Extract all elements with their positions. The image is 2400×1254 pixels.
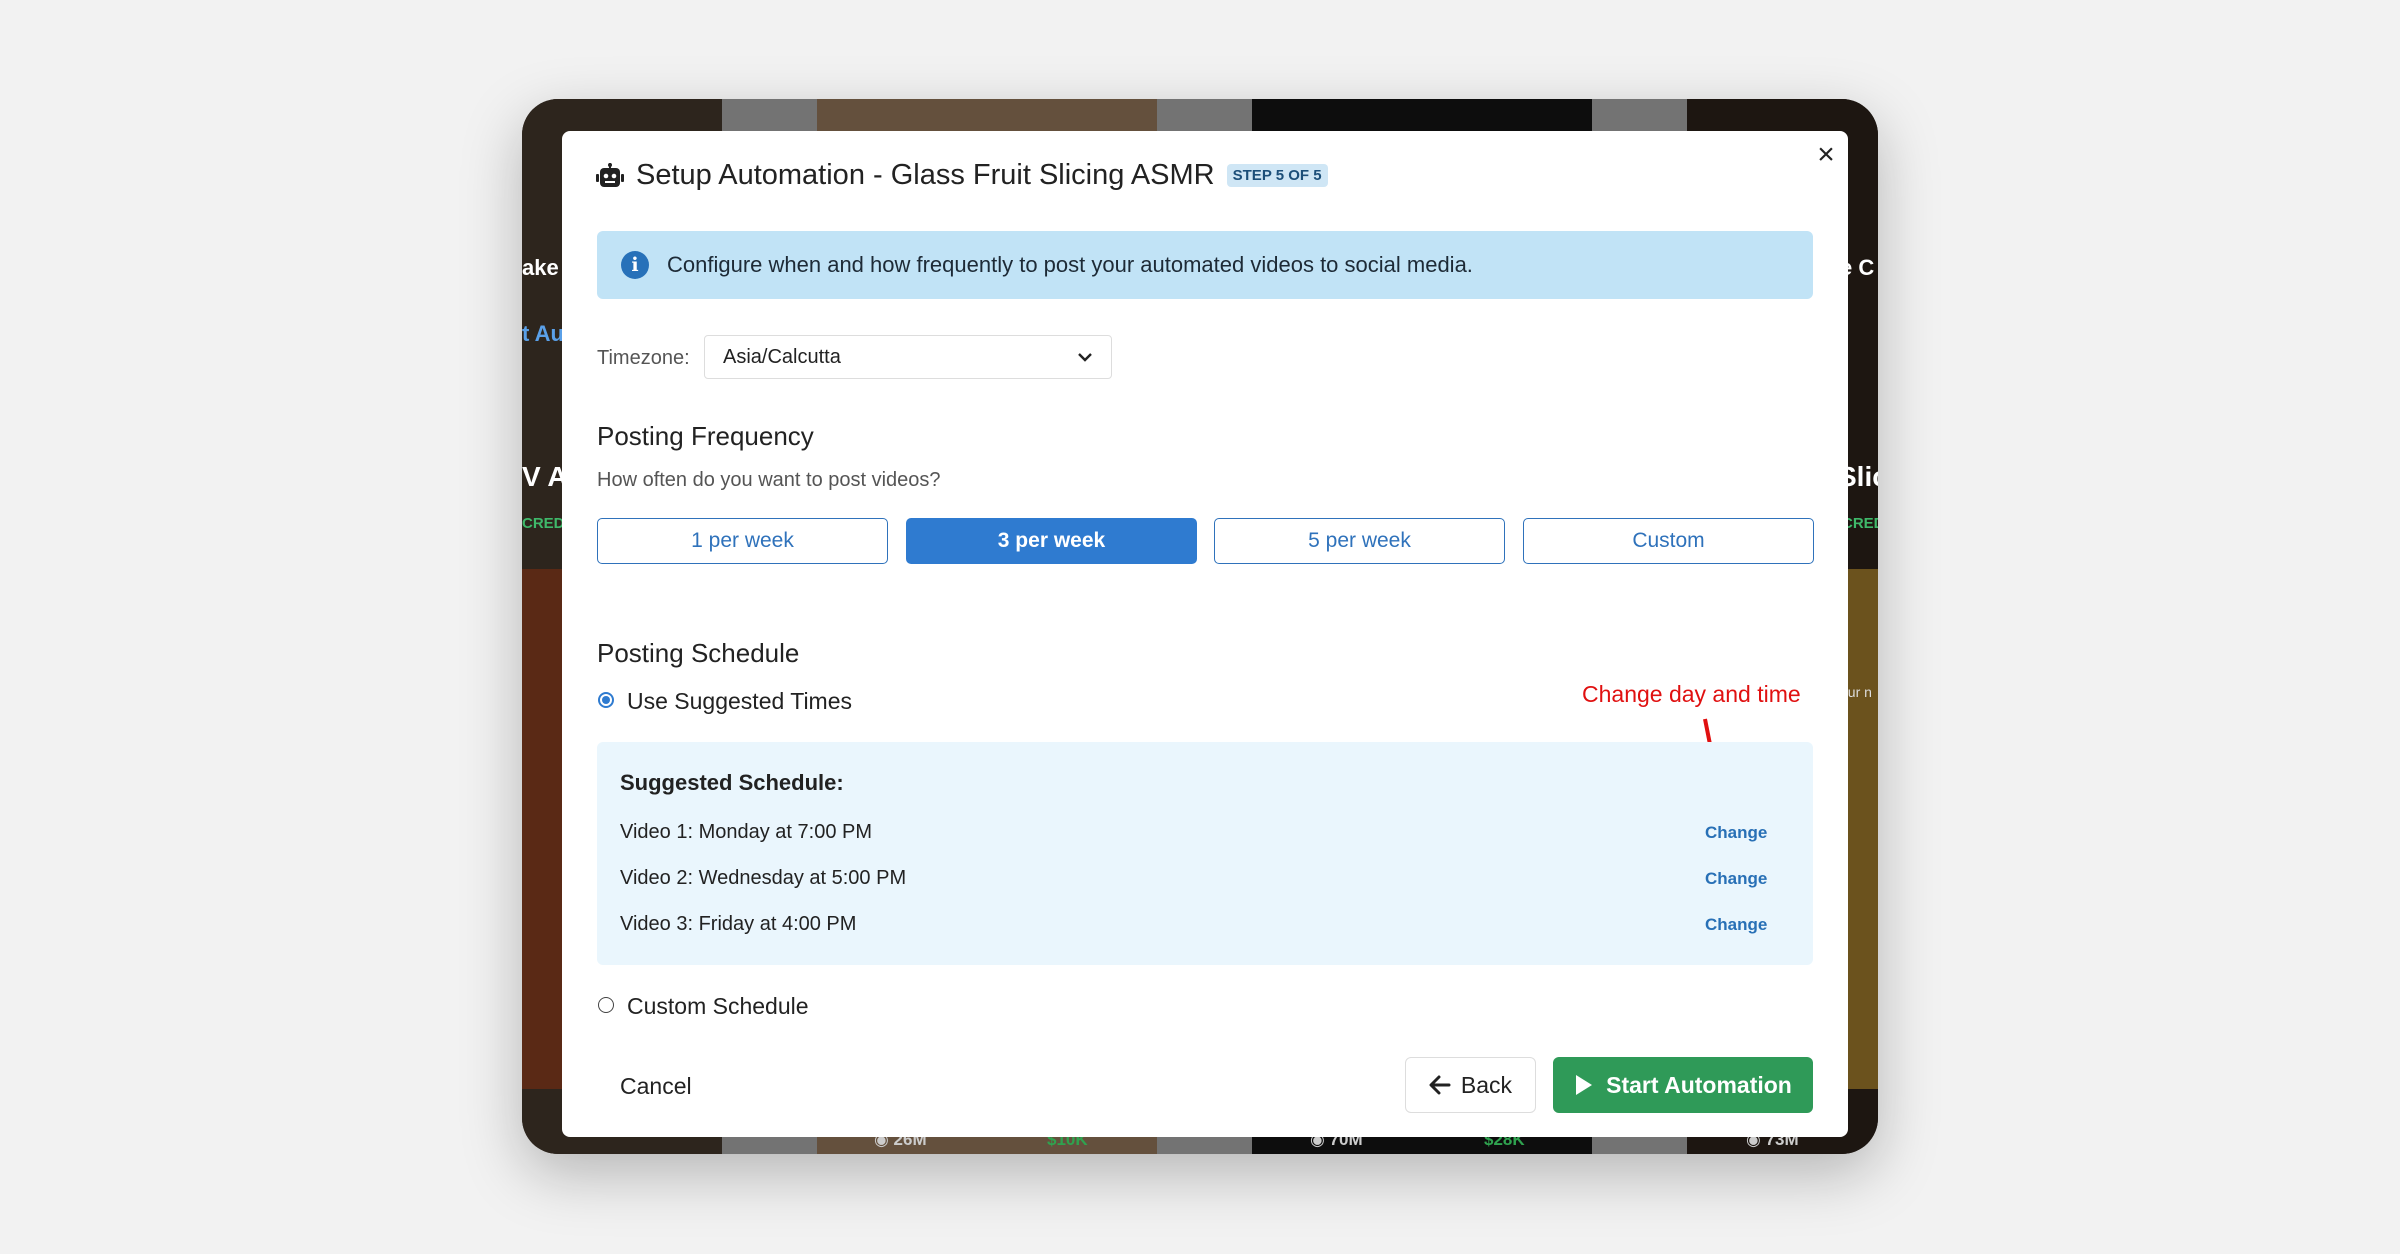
custom-schedule-label[interactable]: Custom Schedule — [627, 993, 809, 1020]
modal-title: Setup Automation - Glass Fruit Slicing A… — [636, 159, 1215, 191]
timezone-value: Asia/Calcutta — [723, 345, 841, 368]
suggested-times-label[interactable]: Use Suggested Times — [627, 688, 852, 715]
posting-frequency-title: Posting Frequency — [597, 421, 814, 451]
change-link-video-1[interactable]: Change — [1705, 823, 1767, 843]
info-text: Configure when and how frequently to pos… — [667, 252, 1473, 277]
suggested-schedule-box: Suggested Schedule: Video 1: Monday at 7… — [597, 742, 1813, 965]
arrow-left-icon — [1429, 1075, 1451, 1095]
frequency-5-per-week-button[interactable]: 5 per week — [1214, 518, 1505, 564]
info-icon: i — [621, 251, 649, 279]
change-link-video-2[interactable]: Change — [1705, 869, 1767, 889]
custom-schedule-radio[interactable] — [598, 997, 614, 1013]
schedule-row-video-1: Video 1: Monday at 7:00 PM — [620, 821, 873, 843]
frequency-1-per-week-button[interactable]: 1 per week — [597, 518, 888, 564]
step-badge: STEP 5 OF 5 — [1226, 164, 1328, 187]
bg-peek-text: t Au — [522, 321, 564, 346]
timezone-label: Timezone: — [597, 347, 690, 369]
back-button[interactable]: Back — [1405, 1057, 1536, 1113]
change-link-video-3[interactable]: Change — [1705, 915, 1767, 935]
suggested-schedule-title: Suggested Schedule: — [620, 770, 844, 795]
suggested-times-radio[interactable] — [598, 692, 614, 708]
chevron-down-icon — [1078, 353, 1092, 362]
play-icon — [1576, 1075, 1593, 1095]
posting-frequency-subtitle: How often do you want to post videos? — [597, 469, 941, 491]
robot-icon — [596, 162, 624, 187]
frequency-custom-button[interactable]: Custom — [1523, 518, 1814, 564]
bg-peek-text: V A — [522, 461, 568, 492]
schedule-row-video-3: Video 3: Friday at 4:00 PM — [620, 913, 857, 935]
annotation-text: Change day and time — [1582, 681, 1801, 707]
info-alert: i Configure when and how frequently to p… — [597, 231, 1813, 299]
close-icon[interactable]: × — [1812, 140, 1840, 170]
cancel-button[interactable]: Cancel — [620, 1073, 692, 1100]
bg-peek-text: CRED — [522, 515, 565, 532]
modal-header: Setup Automation - Glass Fruit Slicing A… — [596, 159, 1328, 192]
automation-modal: × Setup Automation - Glass Fruit Slicing… — [562, 131, 1848, 1137]
timezone-select[interactable]: Asia/Calcutta — [704, 335, 1112, 379]
start-automation-label: Start Automation — [1606, 1071, 1792, 1098]
frequency-3-per-week-button[interactable]: 3 per week — [906, 518, 1197, 564]
posting-schedule-title: Posting Schedule — [597, 638, 800, 668]
back-button-label: Back — [1460, 1071, 1513, 1098]
schedule-row-video-2: Video 2: Wednesday at 5:00 PM — [620, 867, 907, 889]
start-automation-button[interactable]: Start Automation — [1553, 1057, 1813, 1113]
